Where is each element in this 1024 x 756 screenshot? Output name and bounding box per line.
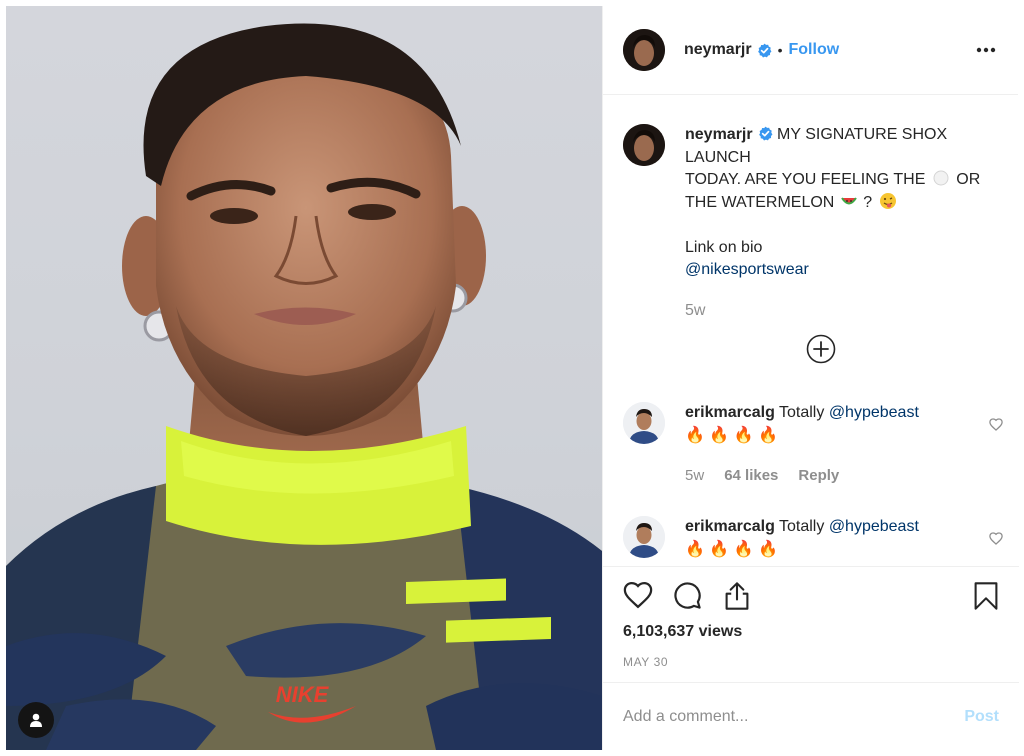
caption-text-line: THE WATERMELON xyxy=(685,193,835,211)
caption-avatar-image xyxy=(623,124,665,166)
comment-mention-link[interactable]: @hypebeast xyxy=(829,404,919,421)
caption-text-line: MY SIGNATURE SHOX xyxy=(777,126,948,143)
post-caption: neymarjr MY SIGNATURE SHOX LAUNCH TODAY.… xyxy=(623,124,1003,322)
caption-text-line: TODAY. ARE YOU FEELING THE xyxy=(685,171,926,188)
caption-text-line: Link on bio xyxy=(685,238,763,256)
share-icon[interactable] xyxy=(723,581,751,611)
load-more-icon[interactable] xyxy=(806,334,836,364)
more-options-icon xyxy=(976,47,996,53)
comment-emojis: 🔥 🔥 🔥 🔥 xyxy=(685,426,779,444)
brand-logo-text: NIKE xyxy=(276,682,330,707)
bookmark-icon[interactable] xyxy=(973,581,999,611)
caption-timestamp[interactable]: 5w xyxy=(685,300,980,323)
comment-username[interactable]: erikmarcalg xyxy=(685,404,775,421)
avatar[interactable] xyxy=(623,516,665,558)
portrait-photo: NIKE xyxy=(6,23,602,750)
avatar[interactable] xyxy=(623,402,665,444)
more-options-button[interactable] xyxy=(974,38,998,62)
white-circle-emoji-icon xyxy=(933,170,949,186)
comment-mention-link[interactable]: @hypebeast xyxy=(829,518,919,535)
comment-text: Totally xyxy=(779,404,825,421)
avatar[interactable] xyxy=(623,124,665,166)
tagged-user-button[interactable] xyxy=(18,702,54,738)
caption-mention-link[interactable]: @nikesportswear xyxy=(685,259,980,282)
header-separator: • xyxy=(777,42,783,58)
caption-text-fragment: OR xyxy=(956,171,981,188)
post-header: neymarjr • Follow xyxy=(603,6,1018,95)
post-actions-section: 6,103,637 views MAY 30 xyxy=(603,566,1019,682)
reply-button[interactable]: Reply xyxy=(798,465,839,488)
post-image: NIKE xyxy=(6,6,602,750)
add-comment-input[interactable] xyxy=(623,707,965,726)
comment-icon[interactable] xyxy=(673,581,702,610)
view-count[interactable]: 6,103,637 views xyxy=(623,623,742,641)
follow-button[interactable]: Follow xyxy=(789,41,840,59)
comment-composer: Post xyxy=(603,682,1019,750)
comment-likes[interactable]: 64 likes xyxy=(724,465,778,488)
comments-list[interactable]: neymarjr MY SIGNATURE SHOX LAUNCH TODAY.… xyxy=(603,96,1019,566)
like-heart-icon[interactable] xyxy=(623,581,653,609)
comment-item: erikmarcalg Totally @hypebeast 🔥 🔥 🔥 🔥 5… xyxy=(623,402,1003,488)
action-bar xyxy=(623,581,1001,613)
comment-username[interactable]: erikmarcalg xyxy=(685,518,775,535)
caption-text-line: LAUNCH xyxy=(685,148,751,166)
post-author-username[interactable]: neymarjr xyxy=(684,41,752,59)
watermelon-emoji-icon xyxy=(840,196,857,204)
commenter-avatar-image xyxy=(623,516,665,558)
post-date[interactable]: MAY 30 xyxy=(623,655,668,669)
verified-icon xyxy=(758,126,773,141)
caption-text-fragment: ? xyxy=(863,193,873,211)
heart-icon[interactable] xyxy=(989,418,1003,431)
comment-emojis: 🔥 🔥 🔥 🔥 xyxy=(685,540,779,558)
winking-tongue-emoji-icon xyxy=(879,192,896,209)
commenter-avatar-image xyxy=(623,402,665,444)
caption-username[interactable]: neymarjr xyxy=(685,126,753,143)
comment-timestamp[interactable]: 5w xyxy=(685,465,704,488)
verified-icon xyxy=(757,43,772,57)
comment-text: Totally xyxy=(779,518,825,535)
post-details-panel: neymarjr • Follow neymarjr MY SIGNATURE … xyxy=(602,6,1019,750)
comment-item: erikmarcalg Totally @hypebeast 🔥 🔥 🔥 🔥 xyxy=(623,516,1003,561)
avatar[interactable] xyxy=(623,29,665,71)
profile-avatar-image xyxy=(623,29,665,71)
post-comment-button[interactable]: Post xyxy=(964,708,999,726)
user-tag-icon xyxy=(30,713,42,727)
heart-icon[interactable] xyxy=(989,532,1003,545)
